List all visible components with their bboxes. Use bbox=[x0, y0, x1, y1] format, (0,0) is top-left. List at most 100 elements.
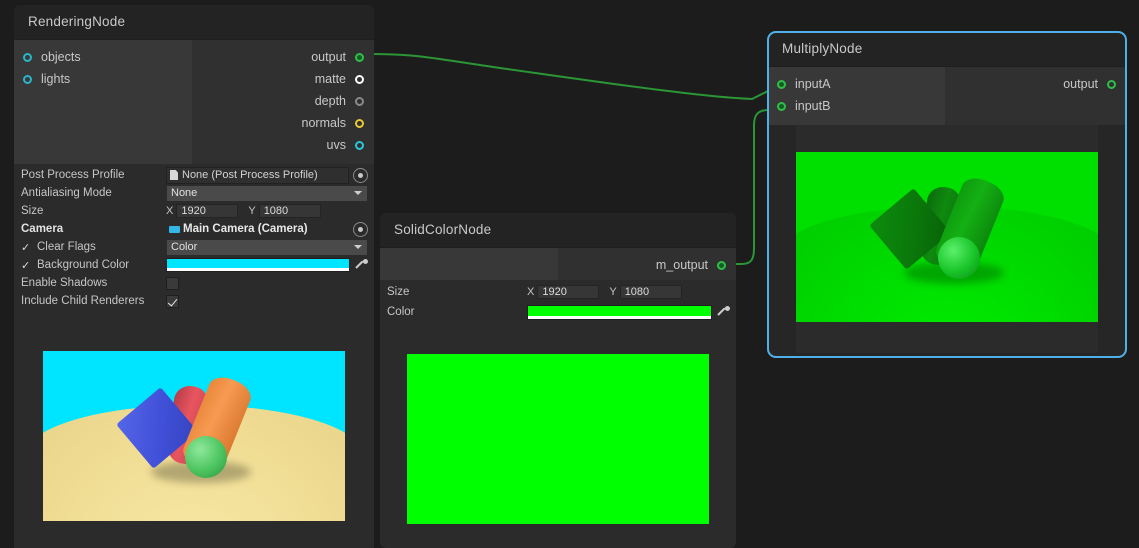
document-icon bbox=[170, 170, 178, 180]
port-dot-m-output[interactable] bbox=[717, 261, 726, 270]
label-background-color-group[interactable]: ✓ Background Color bbox=[21, 259, 166, 272]
port-dot-matte[interactable] bbox=[355, 75, 364, 84]
preview-multiply bbox=[796, 125, 1098, 353]
objectfield-post-process-profile[interactable]: None (Post Process Profile) bbox=[166, 167, 349, 184]
label-antialiasing-mode: Antialiasing Mode bbox=[21, 187, 166, 199]
field-size[interactable]: X 1920 Y 1080 bbox=[166, 204, 368, 218]
input-size-x[interactable]: 1920 bbox=[176, 204, 238, 218]
port-label-output: output bbox=[311, 51, 346, 64]
port-output[interactable]: output bbox=[192, 46, 374, 68]
field-enable-shadows[interactable] bbox=[166, 277, 368, 290]
label-clear-flags-group[interactable]: ✓ Clear Flags bbox=[21, 241, 166, 254]
field-background-color[interactable] bbox=[166, 258, 368, 272]
port-dot-objects[interactable] bbox=[23, 53, 32, 62]
port-dot-output[interactable] bbox=[355, 53, 364, 62]
prop-solidcolor-color[interactable]: Color bbox=[380, 302, 736, 322]
label-include-child-renderers: Include Child Renderers bbox=[21, 295, 166, 307]
input-ports-multiply: inputA inputB bbox=[768, 67, 945, 125]
prop-camera[interactable]: Camera Main Camera (Camera) bbox=[14, 220, 374, 238]
field-solidcolor-size[interactable]: X 1920 Y 1080 bbox=[527, 285, 730, 299]
colorfield-alpha-bar-solidcolor bbox=[528, 316, 711, 319]
port-matte[interactable]: matte bbox=[192, 68, 374, 90]
preview-solidcolor bbox=[407, 335, 709, 548]
checkbox-include-child-renderers[interactable] bbox=[166, 295, 179, 308]
prop-include-child-renderers[interactable]: Include Child Renderers bbox=[14, 292, 374, 310]
prop-solidcolor-size[interactable]: Size X 1920 Y 1080 bbox=[380, 282, 736, 302]
label-size-x: X bbox=[166, 205, 173, 217]
label-post-process-profile: Post Process Profile bbox=[21, 169, 166, 181]
ports-multiply: inputA inputB output bbox=[768, 66, 1126, 125]
label-solidcolor-size-y: Y bbox=[609, 286, 616, 298]
port-m-output[interactable]: m_output bbox=[558, 254, 736, 276]
output-ports-spacer-multiply bbox=[945, 95, 1126, 117]
field-antialiasing-mode[interactable]: None bbox=[166, 185, 368, 202]
port-inputA[interactable]: inputA bbox=[768, 73, 945, 95]
field-camera[interactable]: Main Camera (Camera) bbox=[166, 222, 368, 237]
port-dot-lights[interactable] bbox=[23, 75, 32, 84]
input-solidcolor-size-y[interactable]: 1080 bbox=[620, 285, 682, 299]
input-size-y[interactable]: 1080 bbox=[259, 204, 321, 218]
port-lights[interactable]: lights bbox=[14, 68, 192, 90]
port-objects[interactable]: objects bbox=[14, 46, 192, 68]
objectfield-value-post-process-profile: None (Post Process Profile) bbox=[182, 169, 318, 181]
label-solidcolor-size: Size bbox=[387, 286, 527, 298]
object-picker-icon[interactable] bbox=[353, 168, 368, 183]
port-depth[interactable]: depth bbox=[192, 90, 374, 112]
prop-post-process-profile[interactable]: Post Process Profile None (Post Process … bbox=[14, 166, 374, 184]
dropdown-antialiasing-mode[interactable]: None bbox=[166, 185, 368, 202]
eyedropper-icon-background-color[interactable] bbox=[355, 259, 368, 272]
eyedropper-icon-solidcolor[interactable] bbox=[717, 306, 730, 319]
port-dot-multiply-output[interactable] bbox=[1107, 80, 1116, 89]
port-multiply-output[interactable]: output bbox=[945, 73, 1126, 95]
label-enable-shadows: Enable Shadows bbox=[21, 277, 166, 289]
input-ports-spacer bbox=[14, 90, 192, 152]
port-label-lights: lights bbox=[41, 73, 70, 86]
node-graph-canvas[interactable]: RenderingNode objects lights output bbox=[0, 0, 1139, 548]
field-include-child-renderers[interactable] bbox=[166, 295, 368, 308]
output-ports-rendering: output matte depth normals uvs bbox=[192, 40, 374, 164]
prop-size[interactable]: Size X 1920 Y 1080 bbox=[14, 202, 374, 220]
input-solidcolor-size-x[interactable]: 1920 bbox=[537, 285, 599, 299]
prop-enable-shadows[interactable]: Enable Shadows bbox=[14, 274, 374, 292]
node-rendering[interactable]: RenderingNode objects lights output bbox=[14, 5, 374, 548]
properties-rendering: Post Process Profile None (Post Process … bbox=[14, 164, 374, 313]
label-size: Size bbox=[21, 205, 166, 217]
node-title-rendering: RenderingNode bbox=[14, 5, 374, 39]
dropdown-value-clear-flags: Color bbox=[171, 241, 354, 253]
port-dot-uvs[interactable] bbox=[355, 141, 364, 150]
prop-antialiasing-mode[interactable]: Antialiasing Mode None bbox=[14, 184, 374, 202]
colorfield-background-color[interactable] bbox=[166, 258, 350, 272]
prop-background-color[interactable]: ✓ Background Color bbox=[14, 256, 374, 274]
checkmark-icon-background-color[interactable]: ✓ bbox=[21, 259, 31, 272]
field-solidcolor-color[interactable] bbox=[527, 305, 730, 320]
port-dot-normals[interactable] bbox=[355, 119, 364, 128]
label-background-color: Background Color bbox=[37, 259, 129, 271]
camera-picker-icon[interactable] bbox=[353, 222, 368, 237]
dropdown-clear-flags[interactable]: Color bbox=[166, 239, 368, 256]
node-solidcolor[interactable]: SolidColorNode m_output Size X 1920 Y 10… bbox=[380, 213, 736, 548]
objectfield-camera[interactable]: Main Camera (Camera) bbox=[166, 222, 349, 237]
port-label-inputA: inputA bbox=[795, 78, 830, 91]
port-normals[interactable]: normals bbox=[192, 112, 374, 134]
field-clear-flags[interactable]: Color bbox=[166, 239, 368, 256]
input-ports-spacer-solidcolor bbox=[380, 254, 558, 276]
port-dot-depth[interactable] bbox=[355, 97, 364, 106]
node-title-solidcolor: SolidColorNode bbox=[380, 213, 736, 247]
label-camera: Camera bbox=[21, 223, 166, 235]
field-post-process-profile[interactable]: None (Post Process Profile) bbox=[166, 167, 368, 184]
label-clear-flags: Clear Flags bbox=[37, 241, 96, 253]
ports-rendering: objects lights output matte dept bbox=[14, 39, 374, 164]
port-dot-inputB[interactable] bbox=[777, 102, 786, 111]
colorfield-alpha-bar bbox=[167, 268, 349, 271]
output-ports-multiply: output bbox=[945, 67, 1126, 125]
preview-wrap-solidcolor bbox=[380, 325, 736, 548]
port-inputB[interactable]: inputB bbox=[768, 95, 945, 117]
label-size-y: Y bbox=[248, 205, 255, 217]
node-multiply[interactable]: MultiplyNode inputA inputB output bbox=[768, 32, 1126, 357]
prop-clear-flags[interactable]: ✓ Clear Flags Color bbox=[14, 238, 374, 256]
port-dot-inputA[interactable] bbox=[777, 80, 786, 89]
port-uvs[interactable]: uvs bbox=[192, 134, 374, 156]
checkbox-enable-shadows[interactable] bbox=[166, 277, 179, 290]
checkmark-icon-clear-flags[interactable]: ✓ bbox=[21, 241, 31, 254]
colorfield-solidcolor[interactable] bbox=[527, 305, 712, 320]
